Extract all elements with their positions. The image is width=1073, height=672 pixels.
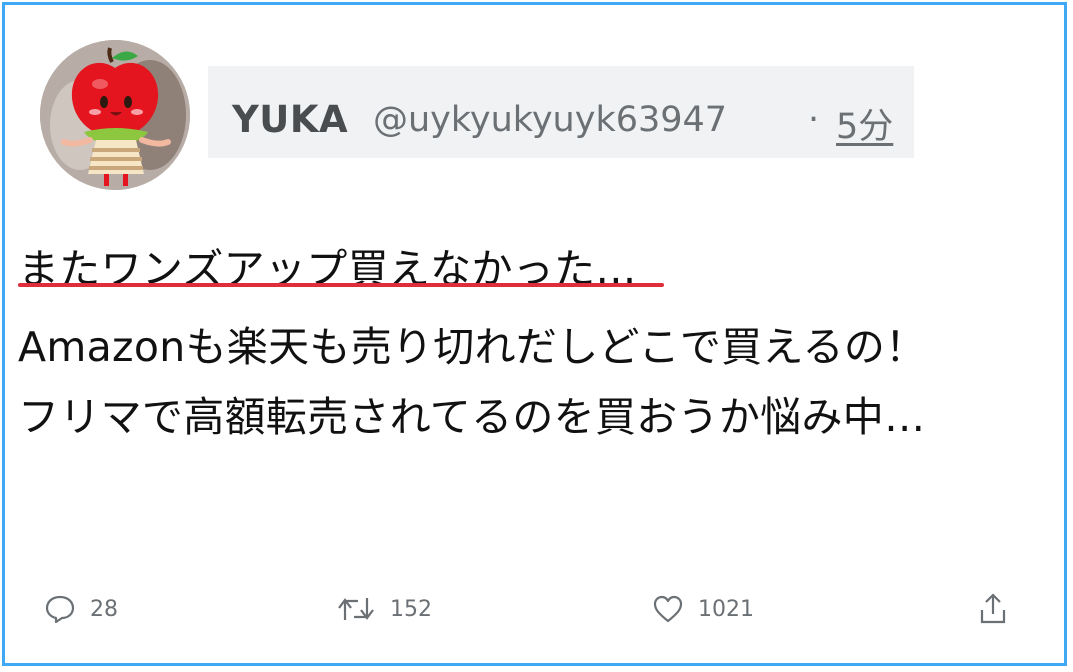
- retweet-icon: [338, 598, 374, 620]
- avatar[interactable]: [40, 40, 190, 190]
- display-name[interactable]: YUKA: [232, 98, 348, 141]
- like-button[interactable]: 1021: [652, 592, 754, 626]
- share-button[interactable]: [978, 592, 1008, 626]
- tweet-timestamp[interactable]: 5分: [836, 98, 893, 149]
- like-icon: [653, 595, 683, 623]
- reply-count: 28: [90, 596, 118, 622]
- retweet-button[interactable]: 152: [336, 592, 432, 626]
- tweet-text-line-2: Amazonも楽天も売り切れだしどこで買えるの！: [18, 323, 927, 371]
- share-icon: [980, 593, 1006, 624]
- user-handle[interactable]: @uykyukyuyk63947: [373, 100, 727, 140]
- separator-dot: ·: [808, 100, 820, 140]
- tweet-text-line-3: フリマで高額転売されてるのを買おうか悩み中…: [18, 393, 926, 441]
- reply-icon: [45, 595, 75, 624]
- apple-character-icon: [40, 40, 190, 190]
- reply-button[interactable]: 28: [44, 592, 118, 626]
- highlight-underline: [18, 283, 664, 287]
- retweet-count: 152: [390, 596, 432, 622]
- like-count: 1021: [698, 596, 754, 622]
